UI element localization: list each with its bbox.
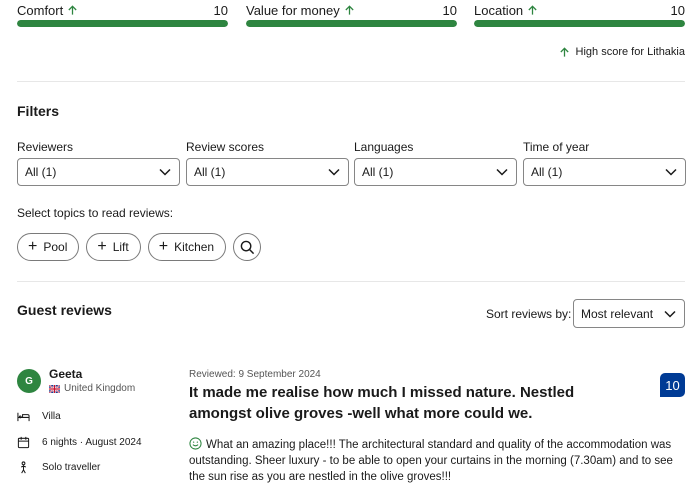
filter-time-of-year: Time of year All (1)	[523, 140, 686, 186]
review-scores-select[interactable]: All (1)	[186, 158, 349, 186]
room-type: Villa	[17, 410, 61, 423]
score-label: Value for money	[246, 2, 340, 18]
topic-chip-kitchen[interactable]: + Kitchen	[147, 233, 227, 261]
review-body: What an amazing place!!! The architectur…	[189, 437, 679, 485]
score-bar	[17, 20, 228, 27]
score-value-for-money: Value for money 10	[246, 0, 457, 27]
topic-search-button[interactable]	[233, 233, 262, 261]
reviewer-name: Geeta	[49, 367, 83, 381]
score-value: 10	[442, 2, 457, 18]
category-scores: Comfort 10 Value for money 10 Location 1…	[17, 0, 685, 30]
filter-review-scores: Review scores All (1)	[186, 140, 349, 186]
filters-title: Filters	[17, 103, 60, 119]
select-value: All (1)	[194, 165, 226, 179]
review-score-badge: 10	[660, 373, 685, 397]
plus-icon: +	[28, 238, 38, 255]
chevron-down-icon	[496, 168, 508, 176]
reviewer-country: United Kingdom	[49, 383, 135, 394]
score-bar-fill	[474, 20, 685, 27]
filter-label: Review scores	[186, 140, 265, 154]
chevron-down-icon	[664, 310, 676, 318]
review-title: It made me realise how much I missed nat…	[189, 384, 575, 422]
uk-flag-icon	[49, 384, 60, 393]
languages-select[interactable]: All (1)	[354, 158, 517, 186]
plus-icon: +	[97, 238, 107, 255]
topics-label: Select topics to read reviews:	[17, 206, 174, 220]
calendar-icon	[17, 436, 30, 449]
chevron-down-icon	[159, 168, 171, 176]
filter-label: Time of year	[523, 140, 590, 154]
filter-languages: Languages All (1)	[354, 140, 517, 186]
reviewed-date: Reviewed: 9 September 2024	[189, 369, 321, 380]
chevron-down-icon	[328, 168, 340, 176]
score-bar	[246, 20, 457, 27]
room-type-text: Villa	[42, 411, 61, 422]
high-score-note: High score for Lithakia	[559, 46, 685, 58]
chip-label: Kitchen	[174, 240, 215, 254]
stay-text: 6 nights · August 2024	[42, 437, 142, 448]
arrow-up-icon	[528, 5, 537, 15]
topic-chip-pool[interactable]: + Pool	[17, 233, 80, 261]
time-of-year-select[interactable]: All (1)	[523, 158, 686, 186]
reviewers-select[interactable]: All (1)	[17, 158, 180, 186]
select-value: All (1)	[25, 165, 57, 179]
person-icon	[20, 461, 27, 474]
smile-icon	[189, 437, 202, 450]
stay-info: 6 nights · August 2024	[17, 436, 142, 449]
sort-select[interactable]: Most relevant	[573, 299, 685, 328]
divider	[17, 81, 685, 82]
filter-reviewers: Reviewers All (1)	[17, 140, 180, 186]
score-label: Comfort	[17, 2, 64, 18]
avatar: G	[17, 369, 41, 393]
score-location: Location 10	[474, 0, 685, 27]
score-label: Location	[474, 2, 524, 18]
chip-label: Pool	[43, 240, 68, 254]
select-value: All (1)	[362, 165, 394, 179]
arrow-up-icon	[559, 47, 569, 57]
score-comfort: Comfort 10	[17, 0, 228, 27]
guest-reviews-title: Guest reviews	[17, 302, 112, 318]
divider	[17, 281, 685, 282]
score-bar-fill	[17, 20, 228, 27]
score-value: 10	[670, 2, 685, 18]
bed-icon	[17, 412, 30, 422]
topic-chip-lift[interactable]: + Lift	[86, 233, 141, 261]
chip-label: Lift	[112, 240, 129, 254]
arrow-up-icon	[68, 5, 77, 15]
plus-icon: +	[158, 238, 169, 255]
sort-label: Sort reviews by:	[486, 307, 572, 321]
search-icon	[240, 240, 254, 254]
score-bar-fill	[246, 20, 457, 27]
score-bar	[474, 20, 685, 27]
traveller-type-text: Solo traveller	[42, 462, 101, 473]
sort-value: Most relevant	[581, 306, 654, 321]
chevron-down-icon	[665, 168, 677, 176]
arrow-up-icon	[345, 5, 354, 15]
review-body-text: What an amazing place!!! The architectur…	[189, 439, 673, 483]
traveller-type: Solo traveller	[17, 461, 100, 474]
country-name: United Kingdom	[64, 383, 136, 394]
score-value: 10	[213, 2, 228, 18]
high-score-text: High score for Lithakia	[575, 46, 685, 58]
select-value: All (1)	[531, 165, 563, 179]
filter-label: Reviewers	[17, 140, 74, 154]
filter-label: Languages	[354, 140, 414, 154]
topic-chips: + Pool + Lift + Kitchen	[17, 233, 262, 261]
